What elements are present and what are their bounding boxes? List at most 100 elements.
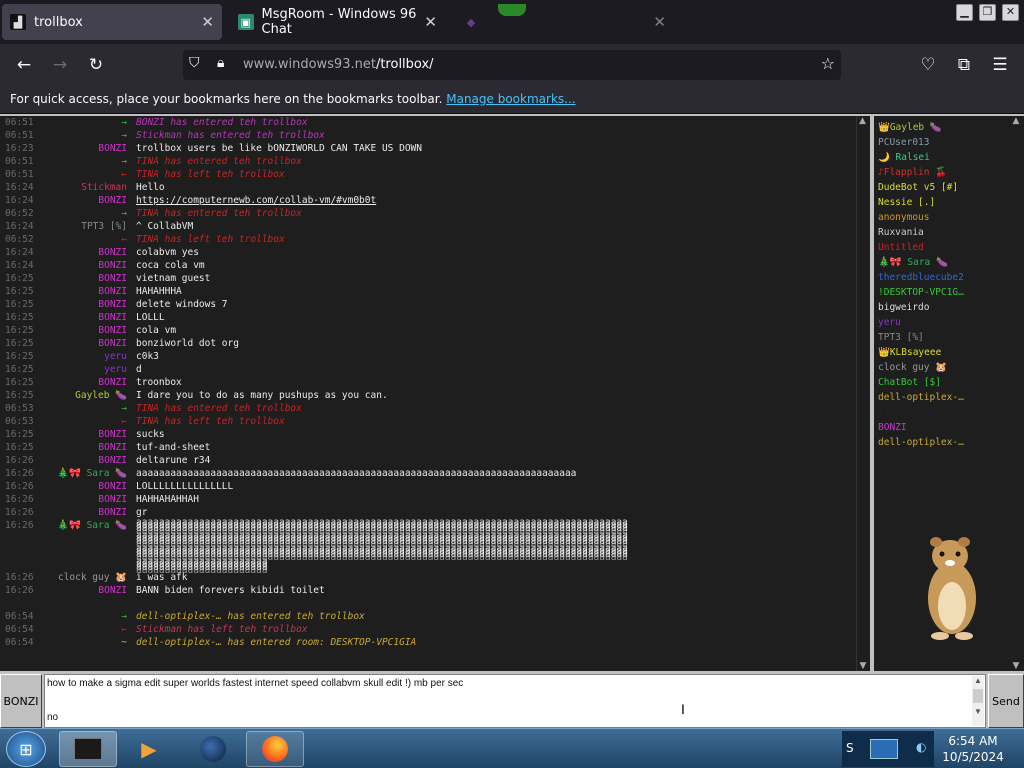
user-list-item[interactable]: PCUser013 bbox=[878, 135, 1024, 150]
message-nick[interactable]: → bbox=[121, 610, 127, 623]
taskbar-clock[interactable]: 6:54 AM 10/5/2024 bbox=[938, 733, 1008, 765]
scroll-up-icon[interactable]: ▲ bbox=[1010, 116, 1022, 126]
message-nick[interactable]: BONZI bbox=[98, 142, 127, 155]
message-nick[interactable]: BONZI bbox=[98, 194, 127, 207]
tray-chevron-icon[interactable]: S bbox=[846, 741, 854, 755]
message-nick[interactable]: BONZI bbox=[98, 376, 127, 389]
scroll-down-icon[interactable]: ▼ bbox=[857, 661, 869, 671]
user-list-item[interactable]: theredbluecube2 bbox=[878, 270, 1024, 285]
message-nick[interactable]: BONZI bbox=[98, 441, 127, 454]
tab-other[interactable]: ◆ ✕ bbox=[455, 4, 670, 40]
user-list-item[interactable]: fahlchaufPMOS bbox=[878, 405, 1024, 420]
message-nick[interactable]: BONZI bbox=[98, 272, 127, 285]
user-list-item[interactable]: DudeBot v5 [#] bbox=[878, 180, 1024, 195]
user-list-item[interactable]: dell-optiplex-… bbox=[878, 435, 1024, 450]
lock-icon[interactable]: 🔒︎ bbox=[217, 55, 224, 71]
scroll-down-icon[interactable]: ▼ bbox=[1010, 661, 1022, 671]
extensions-icon[interactable]: ⧉ bbox=[952, 54, 976, 76]
forward-icon[interactable]: → bbox=[48, 54, 72, 76]
user-list-item[interactable]: Untitled bbox=[878, 240, 1024, 255]
user-list-item[interactable]: !DESKTOP-VPC1G… bbox=[878, 285, 1024, 300]
user-list-item[interactable]: 👑Gayleb 🍆 bbox=[878, 120, 1024, 135]
restore-icon[interactable]: ❐ bbox=[979, 4, 996, 21]
message-nick[interactable]: BONZI bbox=[98, 454, 127, 467]
send-button[interactable]: Send bbox=[988, 674, 1024, 728]
url-text[interactable]: www.windows93.net/trollbox/ bbox=[243, 57, 434, 72]
menu-icon[interactable]: ☰ bbox=[988, 54, 1012, 76]
message-nick[interactable]: TPT3 [%] bbox=[81, 220, 127, 233]
shield-icon[interactable]: ⛉ bbox=[189, 55, 200, 71]
chat-log[interactable]: 06:51 → BONZI has entered teh trollbox 06:5… bbox=[0, 116, 870, 671]
message-nick[interactable]: BONZI bbox=[98, 259, 127, 272]
message-nick[interactable]: ← bbox=[121, 415, 127, 428]
address-bar[interactable]: ⛉ 🔒︎ www.windows93.net/trollbox/ ☆ bbox=[183, 50, 841, 80]
message-nick[interactable]: 🎄🎀 Sara 🍆 bbox=[57, 519, 127, 532]
message-nick[interactable]: BONZI bbox=[98, 428, 127, 441]
message-input[interactable]: how to make a sigma edit super worlds fa… bbox=[44, 674, 986, 728]
user-list-item[interactable]: 🌙 Ralsei bbox=[878, 150, 1024, 165]
message-nick[interactable]: → bbox=[121, 116, 127, 129]
message-nick[interactable]: BONZI bbox=[98, 480, 127, 493]
user-list-item[interactable]: Nessie [.] bbox=[878, 195, 1024, 210]
user-list-item[interactable]: anonymous bbox=[878, 210, 1024, 225]
message-nick[interactable]: BONZI bbox=[98, 298, 127, 311]
taskbar-app-terminal[interactable] bbox=[59, 731, 117, 767]
user-list-item[interactable]: Ruxvania bbox=[878, 225, 1024, 240]
start-button-icon[interactable]: ⊞ bbox=[6, 731, 46, 767]
message-nick[interactable]: → bbox=[121, 207, 127, 220]
message-nick[interactable]: BONZI bbox=[98, 285, 127, 298]
message-nick[interactable]: ← bbox=[121, 233, 127, 246]
message-nick[interactable]: → bbox=[121, 129, 127, 142]
manage-bookmarks-link[interactable]: Manage bookmarks... bbox=[446, 92, 575, 106]
tab-trollbox[interactable]: ▟ trollbox ✕ bbox=[2, 4, 222, 40]
message-nick[interactable]: BONZI bbox=[98, 311, 127, 324]
taskbar-app-media[interactable]: ▶ bbox=[120, 731, 178, 767]
message-nick[interactable]: → bbox=[121, 402, 127, 415]
close-tab-icon[interactable]: ✕ bbox=[424, 13, 437, 31]
message-nick[interactable]: BONZI bbox=[98, 506, 127, 519]
message-nick[interactable]: BONZI bbox=[98, 584, 127, 597]
scroll-down-icon[interactable]: ▼ bbox=[972, 707, 984, 716]
message-nick[interactable]: BONZI bbox=[98, 493, 127, 506]
user-list-item[interactable]: dell-optiplex-… bbox=[878, 390, 1024, 405]
close-tab-icon[interactable]: ✕ bbox=[201, 13, 214, 31]
user-list-item[interactable]: yeru bbox=[878, 315, 1024, 330]
message-nick[interactable]: ~ bbox=[121, 636, 127, 649]
back-icon[interactable]: ← bbox=[12, 54, 36, 76]
nickname-button[interactable]: BONZI bbox=[0, 674, 42, 728]
user-list-item[interactable]: ChatBot [$] bbox=[878, 375, 1024, 390]
message-nick[interactable]: 🎄🎀 Sara 🍆 bbox=[57, 467, 127, 480]
scroll-up-icon[interactable]: ▲ bbox=[972, 676, 984, 685]
user-list-item[interactable]: 🎄🎀 Sara 🍆 bbox=[878, 255, 1024, 270]
message-nick[interactable]: BONZI bbox=[98, 337, 127, 350]
userlist-scrollbar[interactable]: ▲ ▼ bbox=[1010, 116, 1022, 671]
message-nick[interactable]: yeru bbox=[104, 363, 127, 376]
pocket-icon[interactable]: ♡ bbox=[916, 54, 940, 76]
user-list-item[interactable]: 👑KLBsayeee bbox=[878, 345, 1024, 360]
close-window-icon[interactable]: ✕ bbox=[1002, 4, 1019, 21]
volume-icon[interactable]: ◐ bbox=[916, 740, 926, 754]
message-nick[interactable]: ← bbox=[121, 623, 127, 636]
user-list-item[interactable]: clock guy 🐹 bbox=[878, 360, 1024, 375]
chat-scrollbar[interactable]: ▲ ▼ bbox=[856, 116, 868, 671]
scroll-thumb[interactable] bbox=[973, 689, 983, 703]
message-nick[interactable]: Stickman bbox=[81, 181, 127, 194]
message-nick[interactable]: ← bbox=[121, 168, 127, 181]
bookmark-star-icon[interactable]: ☆ bbox=[821, 54, 835, 73]
input-scrollbar[interactable]: ▲ ▼ bbox=[972, 676, 984, 726]
user-list-item[interactable]: BONZI bbox=[878, 420, 1024, 435]
scroll-up-icon[interactable]: ▲ bbox=[857, 116, 868, 126]
message-nick[interactable]: BONZI bbox=[98, 246, 127, 259]
minimize-icon[interactable]: ▁ bbox=[956, 4, 973, 21]
user-list-item[interactable]: TPT3 [%] bbox=[878, 330, 1024, 345]
taskbar-app-globe[interactable] bbox=[184, 731, 242, 767]
tab-msgroom[interactable]: ▣ MsgRoom - Windows 96 Chat ✕ bbox=[230, 4, 445, 40]
message-link[interactable]: https://computernewb.com/collab-vm/#vm0b… bbox=[136, 194, 376, 207]
close-tab-icon[interactable]: ✕ bbox=[653, 13, 666, 31]
network-icon[interactable] bbox=[870, 739, 898, 759]
hamster-mascot[interactable] bbox=[920, 532, 984, 640]
message-nick[interactable]: clock guy 🐹 bbox=[58, 571, 127, 584]
taskbar-app-firefox[interactable] bbox=[246, 731, 304, 767]
message-nick[interactable]: → bbox=[121, 155, 127, 168]
message-nick[interactable]: Gayleb 🍆 bbox=[75, 389, 127, 402]
